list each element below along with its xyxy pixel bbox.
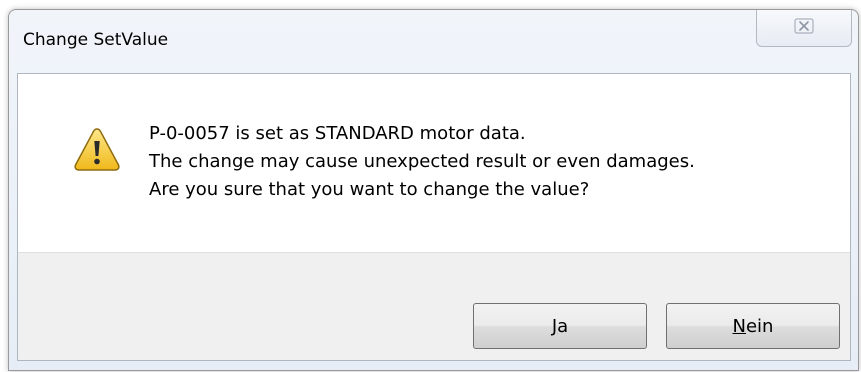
message-area: P-0-0057 is set as STANDARD motor data. …: [18, 74, 850, 252]
close-icon: [794, 18, 814, 38]
dialog-client-area: P-0-0057 is set as STANDARD motor data. …: [17, 73, 851, 361]
warning-icon: [74, 128, 120, 171]
no-button-label: ein: [745, 315, 774, 337]
message-line-2: The change may cause unexpected result o…: [149, 151, 695, 172]
yes-button[interactable]: Ja: [473, 303, 647, 349]
message-line-1: P-0-0057 is set as STANDARD motor data.: [149, 123, 526, 144]
message-text: P-0-0057 is set as STANDARD motor data. …: [149, 120, 695, 204]
window-title: Change SetValue: [23, 30, 169, 50]
change-setvalue-dialog: Change SetValue P-0-0057 is set as STAND…: [8, 9, 859, 371]
title-bar[interactable]: Change SetValue: [9, 10, 858, 70]
no-button[interactable]: Nein: [666, 303, 840, 349]
close-button[interactable]: [756, 10, 852, 47]
button-bar: Ja Nein: [18, 252, 850, 360]
close-x-icon: [794, 18, 814, 34]
yes-button-label: a: [557, 315, 569, 337]
message-line-3: Are you sure that you want to change the…: [149, 179, 590, 200]
no-button-accelerator: N: [732, 315, 746, 337]
